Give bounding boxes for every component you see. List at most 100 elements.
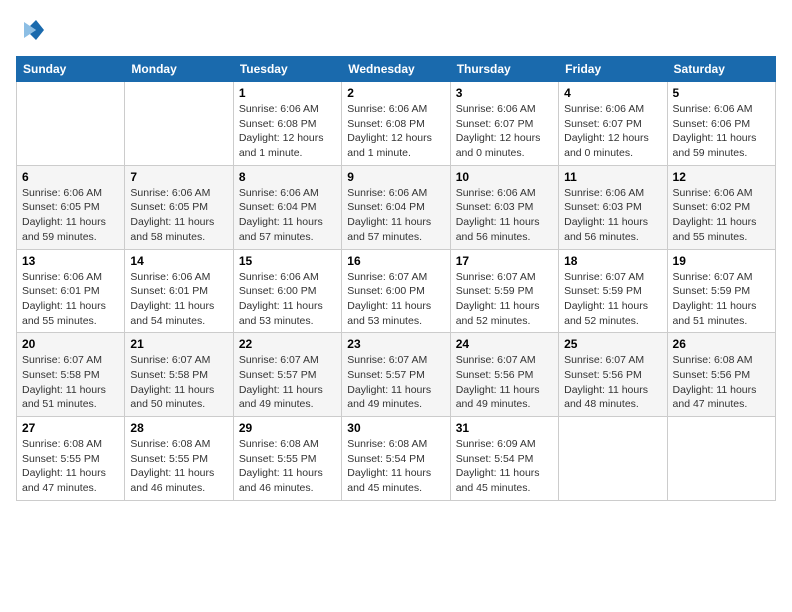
calendar-cell: 9 Sunrise: 6:06 AM Sunset: 6:04 PM Daylig… [342,165,450,249]
calendar-cell: 15 Sunrise: 6:06 AM Sunset: 6:00 PM Dayli… [233,249,341,333]
day-info: Sunrise: 6:07 AM Sunset: 5:56 PM Dayligh… [456,353,553,412]
calendar-header-tuesday: Tuesday [233,57,341,82]
calendar-week-5: 27 Sunrise: 6:08 AM Sunset: 5:55 PM Dayli… [17,417,776,501]
day-info: Sunrise: 6:06 AM Sunset: 6:02 PM Dayligh… [673,186,770,245]
day-info: Sunrise: 6:06 AM Sunset: 6:01 PM Dayligh… [22,270,119,329]
day-number: 12 [673,170,770,184]
day-info: Sunrise: 6:06 AM Sunset: 6:07 PM Dayligh… [456,102,553,161]
day-info: Sunrise: 6:09 AM Sunset: 5:54 PM Dayligh… [456,437,553,496]
calendar-cell: 1 Sunrise: 6:06 AM Sunset: 6:08 PM Daylig… [233,82,341,166]
day-info: Sunrise: 6:08 AM Sunset: 5:55 PM Dayligh… [130,437,227,496]
day-number: 20 [22,337,119,351]
day-number: 11 [564,170,661,184]
day-info: Sunrise: 6:08 AM Sunset: 5:55 PM Dayligh… [239,437,336,496]
calendar-cell: 10 Sunrise: 6:06 AM Sunset: 6:03 PM Dayli… [450,165,558,249]
calendar-cell: 19 Sunrise: 6:07 AM Sunset: 5:59 PM Dayli… [667,249,775,333]
logo [16,16,48,44]
day-info: Sunrise: 6:08 AM Sunset: 5:55 PM Dayligh… [22,437,119,496]
calendar-cell: 13Sunrise: 6:06 AM Sunset: 6:01 PM Dayli… [17,249,125,333]
day-info: Sunrise: 6:07 AM Sunset: 5:57 PM Dayligh… [347,353,444,412]
calendar-cell: 16Sunrise: 6:07 AM Sunset: 6:00 PM Dayli… [342,249,450,333]
calendar-cell [667,417,775,501]
calendar-cell [17,82,125,166]
day-number: 28 [130,421,227,435]
calendar-cell: 7 Sunrise: 6:06 AM Sunset: 6:05 PM Daylig… [125,165,233,249]
calendar-cell: 27 Sunrise: 6:08 AM Sunset: 5:55 PM Dayli… [17,417,125,501]
calendar-header-row: SundayMondayTuesdayWednesdayThursdayFrid… [17,57,776,82]
day-number: 21 [130,337,227,351]
day-number: 29 [239,421,336,435]
calendar-header-saturday: Saturday [667,57,775,82]
calendar-cell: 25Sunrise: 6:07 AM Sunset: 5:56 PM Dayli… [559,333,667,417]
day-info: Sunrise: 6:06 AM Sunset: 6:05 PM Dayligh… [22,186,119,245]
calendar-cell: 20 Sunrise: 6:07 AM Sunset: 5:58 PM Dayli… [17,333,125,417]
day-info: Sunrise: 6:07 AM Sunset: 5:58 PM Dayligh… [130,353,227,412]
day-number: 6 [22,170,119,184]
day-info: Sunrise: 6:06 AM Sunset: 6:03 PM Dayligh… [564,186,661,245]
day-number: 10 [456,170,553,184]
day-number: 14 [130,254,227,268]
day-info: Sunrise: 6:07 AM Sunset: 5:56 PM Dayligh… [564,353,661,412]
day-info: Sunrise: 6:08 AM Sunset: 5:56 PM Dayligh… [673,353,770,412]
calendar-table: SundayMondayTuesdayWednesdayThursdayFrid… [16,56,776,501]
calendar-header-wednesday: Wednesday [342,57,450,82]
day-info: Sunrise: 6:08 AM Sunset: 5:54 PM Dayligh… [347,437,444,496]
day-number: 9 [347,170,444,184]
calendar-cell: 6 Sunrise: 6:06 AM Sunset: 6:05 PM Daylig… [17,165,125,249]
day-number: 19 [673,254,770,268]
day-number: 18 [564,254,661,268]
day-info: Sunrise: 6:07 AM Sunset: 5:59 PM Dayligh… [564,270,661,329]
day-info: Sunrise: 6:07 AM Sunset: 5:59 PM Dayligh… [673,270,770,329]
day-info: Sunrise: 6:06 AM Sunset: 6:06 PM Dayligh… [673,102,770,161]
day-info: Sunrise: 6:06 AM Sunset: 6:05 PM Dayligh… [130,186,227,245]
calendar-cell: 12 Sunrise: 6:06 AM Sunset: 6:02 PM Dayli… [667,165,775,249]
calendar-cell: 2 Sunrise: 6:06 AM Sunset: 6:08 PM Daylig… [342,82,450,166]
calendar-cell: 22 Sunrise: 6:07 AM Sunset: 5:57 PM Dayli… [233,333,341,417]
calendar-week-3: 13Sunrise: 6:06 AM Sunset: 6:01 PM Dayli… [17,249,776,333]
day-info: Sunrise: 6:06 AM Sunset: 6:04 PM Dayligh… [239,186,336,245]
day-info: Sunrise: 6:06 AM Sunset: 6:04 PM Dayligh… [347,186,444,245]
calendar-week-1: 1 Sunrise: 6:06 AM Sunset: 6:08 PM Daylig… [17,82,776,166]
day-number: 7 [130,170,227,184]
day-number: 22 [239,337,336,351]
calendar-cell: 8 Sunrise: 6:06 AM Sunset: 6:04 PM Daylig… [233,165,341,249]
page-header [16,16,776,44]
day-number: 1 [239,86,336,100]
day-info: Sunrise: 6:06 AM Sunset: 6:08 PM Dayligh… [239,102,336,161]
day-info: Sunrise: 6:06 AM Sunset: 6:08 PM Dayligh… [347,102,444,161]
day-info: Sunrise: 6:07 AM Sunset: 6:00 PM Dayligh… [347,270,444,329]
day-info: Sunrise: 6:06 AM Sunset: 6:03 PM Dayligh… [456,186,553,245]
day-number: 17 [456,254,553,268]
day-info: Sunrise: 6:07 AM Sunset: 5:57 PM Dayligh… [239,353,336,412]
day-number: 23 [347,337,444,351]
day-number: 3 [456,86,553,100]
day-info: Sunrise: 6:06 AM Sunset: 6:00 PM Dayligh… [239,270,336,329]
calendar-header-monday: Monday [125,57,233,82]
day-number: 31 [456,421,553,435]
calendar-header-thursday: Thursday [450,57,558,82]
calendar-cell: 29 Sunrise: 6:08 AM Sunset: 5:55 PM Dayli… [233,417,341,501]
calendar-cell [559,417,667,501]
calendar-cell: 3 Sunrise: 6:06 AM Sunset: 6:07 PM Daylig… [450,82,558,166]
calendar-cell: 18 Sunrise: 6:07 AM Sunset: 5:59 PM Dayli… [559,249,667,333]
calendar-cell: 31 Sunrise: 6:09 AM Sunset: 5:54 PM Dayli… [450,417,558,501]
day-number: 27 [22,421,119,435]
day-info: Sunrise: 6:06 AM Sunset: 6:07 PM Dayligh… [564,102,661,161]
calendar-cell: 4 Sunrise: 6:06 AM Sunset: 6:07 PM Daylig… [559,82,667,166]
day-number: 8 [239,170,336,184]
calendar-cell: 5 Sunrise: 6:06 AM Sunset: 6:06 PM Daylig… [667,82,775,166]
day-number: 4 [564,86,661,100]
day-number: 2 [347,86,444,100]
logo-icon [16,16,44,44]
day-number: 5 [673,86,770,100]
day-number: 24 [456,337,553,351]
calendar-week-2: 6 Sunrise: 6:06 AM Sunset: 6:05 PM Daylig… [17,165,776,249]
calendar-cell: 11 Sunrise: 6:06 AM Sunset: 6:03 PM Dayli… [559,165,667,249]
day-number: 26 [673,337,770,351]
day-info: Sunrise: 6:07 AM Sunset: 5:58 PM Dayligh… [22,353,119,412]
day-number: 15 [239,254,336,268]
calendar-cell: 24 Sunrise: 6:07 AM Sunset: 5:56 PM Dayli… [450,333,558,417]
calendar-header-sunday: Sunday [17,57,125,82]
calendar-cell: 21 Sunrise: 6:07 AM Sunset: 5:58 PM Dayli… [125,333,233,417]
calendar-cell: 28 Sunrise: 6:08 AM Sunset: 5:55 PM Dayli… [125,417,233,501]
